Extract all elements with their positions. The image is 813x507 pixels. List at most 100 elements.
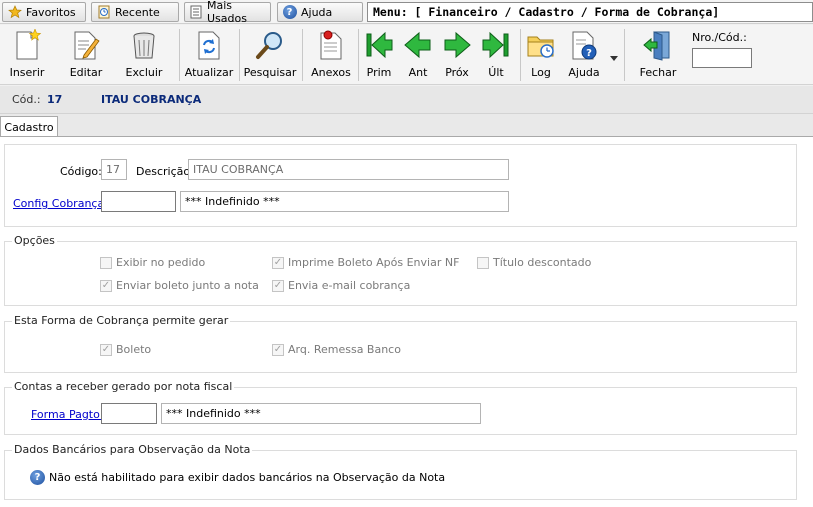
opcoes-group: Opções Exibir no pedido ✓ Imprime Boleto…: [4, 234, 797, 306]
enviar-boleto-label: Enviar boleto junto a nota: [116, 279, 259, 292]
forma-pagto-description: *** Indefinido ***: [161, 403, 481, 424]
toolbar: Inserir Editar Excluir Atualizar Pesquis…: [0, 25, 813, 85]
list-icon: [189, 5, 203, 20]
record-code-label: Cód.:: [12, 93, 41, 106]
ajuda-dropdown-arrow[interactable]: [610, 51, 618, 64]
checkbox-box: [100, 256, 112, 269]
prim-label: Prim: [366, 66, 392, 79]
dados-bancarios-group: Dados Bancários para Observação da Nota …: [4, 443, 797, 500]
log-folder-icon: [524, 28, 558, 62]
inserir-button[interactable]: Inserir: [1, 28, 53, 82]
fechar-button[interactable]: Fechar: [632, 28, 684, 82]
ant-label: Ant: [408, 66, 428, 79]
forma-pagto-link[interactable]: Forma Pagto:: [31, 408, 104, 421]
dados-bancarios-title: Dados Bancários para Observação da Nota: [12, 443, 253, 456]
mais-usados-button[interactable]: Mais Usados: [184, 0, 271, 25]
record-name: ITAU COBRANÇA: [101, 93, 202, 106]
descricao-field[interactable]: ITAU COBRANÇA: [188, 159, 509, 180]
permite-gerar-title: Esta Forma de Cobrança permite gerar: [12, 314, 231, 327]
svg-text:?: ?: [586, 48, 592, 59]
fechar-label: Fechar: [639, 66, 677, 79]
checkmark-icon: ✓: [272, 256, 284, 269]
log-label: Log: [531, 66, 551, 79]
tab-cadastro[interactable]: Cadastro: [0, 116, 58, 137]
toolbar-separator: [624, 29, 625, 81]
top-menu-bar: Favoritos Recente Mais Usados ? Ajuda Me…: [0, 0, 813, 25]
permite-gerar-group: Esta Forma de Cobrança permite gerar ✓ B…: [4, 314, 797, 373]
tab-strip: Cadastro: [0, 114, 813, 137]
caret-down-icon: [610, 51, 618, 64]
forma-pagto-code-field[interactable]: [101, 403, 157, 424]
descricao-label: Descrição:: [136, 165, 194, 178]
star-icon: [7, 5, 22, 20]
edit-document-icon: [69, 28, 103, 62]
dados-bancarios-message-row: ? Não está habilitado para exibir dados …: [30, 470, 445, 485]
tab-content: Código: 17 Descrição: ITAU COBRANÇA Conf…: [0, 136, 813, 507]
nro-cod-input[interactable]: [692, 48, 752, 68]
magnifier-icon: [253, 28, 287, 62]
titulo-descontado-checkbox[interactable]: Título descontado: [477, 256, 591, 269]
favoritos-button[interactable]: Favoritos: [2, 2, 86, 22]
boleto-checkbox[interactable]: ✓ Boleto: [100, 343, 151, 356]
nro-cod-label: Nro./Cód.:: [692, 31, 747, 44]
exibir-pedido-label: Exibir no pedido: [116, 256, 206, 269]
config-cobranca-code-field[interactable]: [101, 191, 176, 212]
favoritos-label: Favoritos: [26, 5, 76, 19]
attachment-icon: [314, 28, 348, 62]
record-info-bar: Cód.: 17 ITAU COBRANÇA: [0, 86, 813, 114]
record-code-value: 17: [47, 93, 63, 106]
ajuda-top-button[interactable]: ? Ajuda: [277, 2, 363, 22]
pesquisar-button[interactable]: Pesquisar: [244, 28, 296, 82]
trash-icon: [127, 28, 161, 62]
toolbar-separator: [239, 29, 240, 81]
refresh-icon: [192, 28, 226, 62]
recente-label: Recente: [115, 5, 160, 19]
ajuda-top-label: Ajuda: [301, 5, 333, 19]
toolbar-separator: [179, 29, 180, 81]
checkmark-icon: ✓: [272, 343, 284, 356]
help-icon: ?: [282, 5, 297, 20]
menu-path: Menu: [ Financeiro / Cadastro / Forma de…: [367, 2, 813, 22]
excluir-button[interactable]: Excluir: [118, 28, 170, 82]
contas-receber-title: Contas a receber gerado por nota fiscal: [12, 380, 235, 393]
main-group: Código: 17 Descrição: ITAU COBRANÇA Conf…: [4, 144, 797, 227]
envia-email-label: Envia e-mail cobrança: [288, 279, 411, 292]
editar-label: Editar: [69, 66, 103, 79]
dados-bancarios-message: Não está habilitado para exibir dados ba…: [49, 471, 446, 484]
boleto-label: Boleto: [116, 343, 152, 356]
prox-label: Próx: [445, 66, 469, 79]
enviar-boleto-checkbox[interactable]: ✓ Enviar boleto junto a nota: [100, 279, 259, 292]
pesquisar-label: Pesquisar: [243, 66, 297, 79]
ajuda-toolbar-label: Ajuda: [568, 66, 600, 79]
new-document-icon: [10, 28, 44, 62]
atualizar-button[interactable]: Atualizar: [183, 28, 235, 82]
ajuda-toolbar-button[interactable]: ? Ajuda: [558, 28, 610, 82]
anexos-button[interactable]: Anexos: [305, 28, 357, 82]
checkmark-icon: ✓: [100, 279, 112, 292]
ult-label: Últ: [488, 66, 504, 79]
opcoes-title: Opções: [12, 234, 57, 247]
envia-email-checkbox[interactable]: ✓ Envia e-mail cobrança: [272, 279, 410, 292]
arq-remessa-checkbox[interactable]: ✓ Arq. Remessa Banco: [272, 343, 401, 356]
checkmark-icon: ✓: [272, 279, 284, 292]
config-cobranca-description: *** Indefinido ***: [180, 191, 509, 212]
anexos-label: Anexos: [311, 66, 351, 79]
atualizar-label: Atualizar: [184, 66, 234, 79]
recent-icon: [96, 5, 111, 20]
exibir-pedido-checkbox[interactable]: Exibir no pedido: [100, 256, 205, 269]
imprime-boleto-checkbox[interactable]: ✓ Imprime Boleto Após Enviar NF: [272, 256, 459, 269]
editar-button[interactable]: Editar: [60, 28, 112, 82]
config-cobranca-link[interactable]: Config Cobrança:: [13, 197, 108, 210]
codigo-label: Código:: [60, 165, 102, 178]
checkbox-box: [477, 256, 489, 269]
arq-remessa-label: Arq. Remessa Banco: [288, 343, 401, 356]
codigo-field[interactable]: 17: [101, 159, 127, 180]
inserir-label: Inserir: [9, 66, 45, 79]
imprime-boleto-label: Imprime Boleto Após Enviar NF: [288, 256, 460, 269]
help-icon: ?: [30, 470, 45, 485]
previous-record-icon: [401, 28, 435, 62]
last-record-icon: [479, 28, 513, 62]
first-record-icon: [362, 28, 396, 62]
recente-button[interactable]: Recente: [91, 2, 179, 22]
excluir-label: Excluir: [125, 66, 163, 79]
